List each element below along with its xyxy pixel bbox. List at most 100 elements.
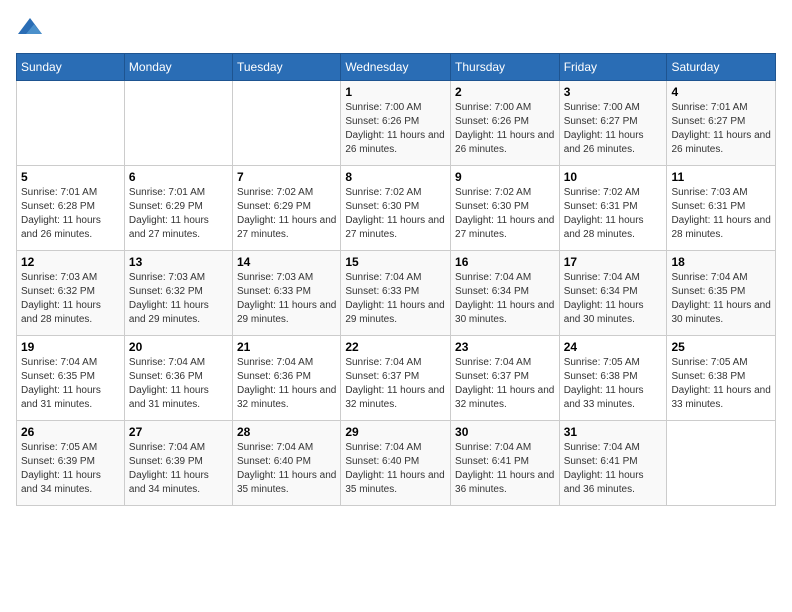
calendar-cell: 25 Sunrise: 7:05 AM Sunset: 6:38 PM Dayli… <box>667 336 776 421</box>
weekday-header: Wednesday <box>341 54 451 81</box>
calendar-cell: 15Sunrise: 7:04 AM Sunset: 6:33 PM Dayli… <box>341 251 451 336</box>
day-number: 24 <box>564 340 663 354</box>
calendar-table: SundayMondayTuesdayWednesdayThursdayFrid… <box>16 53 776 506</box>
day-info: Sunrise: 7:00 AM Sunset: 6:27 PM Dayligh… <box>564 101 663 157</box>
calendar-cell: 22 Sunrise: 7:04 AM Sunset: 6:37 PM Dayli… <box>341 336 451 421</box>
day-number: 14 <box>237 255 336 269</box>
weekday-header: Saturday <box>667 54 776 81</box>
day-info: Sunrise: 7:04 AM Sunset: 6:35 PM Dayligh… <box>671 271 771 327</box>
calendar-cell: 17Sunrise: 7:04 AM Sunset: 6:34 PM Dayli… <box>559 251 667 336</box>
day-number: 7 <box>237 170 336 184</box>
weekday-header: Tuesday <box>233 54 341 81</box>
day-number: 10 <box>564 170 663 184</box>
calendar-cell: 21 Sunrise: 7:04 AM Sunset: 6:36 PM Dayli… <box>233 336 341 421</box>
day-number: 6 <box>129 170 228 184</box>
day-number: 8 <box>345 170 446 184</box>
calendar-cell: 13 Sunrise: 7:03 AM Sunset: 6:32 PM Dayli… <box>124 251 232 336</box>
day-info: Sunrise: 7:00 AM Sunset: 6:26 PM Dayligh… <box>345 101 446 157</box>
day-info: Sunrise: 7:04 AM Sunset: 6:37 PM Dayligh… <box>345 356 446 412</box>
day-number: 17 <box>564 255 663 269</box>
day-number: 15 <box>345 255 446 269</box>
day-info: Sunrise: 7:04 AM Sunset: 6:36 PM Dayligh… <box>129 356 228 412</box>
calendar-cell: 30 Sunrise: 7:04 AM Sunset: 6:41 PM Dayli… <box>451 421 560 506</box>
day-number: 3 <box>564 85 663 99</box>
day-number: 18 <box>671 255 771 269</box>
calendar-cell: 12 Sunrise: 7:03 AM Sunset: 6:32 PM Dayli… <box>17 251 125 336</box>
day-info: Sunrise: 7:02 AM Sunset: 6:30 PM Dayligh… <box>455 186 555 242</box>
weekday-header-row: SundayMondayTuesdayWednesdayThursdayFrid… <box>17 54 776 81</box>
day-number: 21 <box>237 340 336 354</box>
calendar-cell: 6 Sunrise: 7:01 AM Sunset: 6:29 PM Daylig… <box>124 166 232 251</box>
calendar-cell <box>17 81 125 166</box>
weekday-header: Thursday <box>451 54 560 81</box>
calendar-cell: 9 Sunrise: 7:02 AM Sunset: 6:30 PM Daylig… <box>451 166 560 251</box>
calendar-week-row: 26 Sunrise: 7:05 AM Sunset: 6:39 PM Dayli… <box>17 421 776 506</box>
day-info: Sunrise: 7:04 AM Sunset: 6:40 PM Dayligh… <box>345 441 446 497</box>
calendar-week-row: 19 Sunrise: 7:04 AM Sunset: 6:35 PM Dayli… <box>17 336 776 421</box>
day-info: Sunrise: 7:02 AM Sunset: 6:31 PM Dayligh… <box>564 186 663 242</box>
day-number: 9 <box>455 170 555 184</box>
calendar-cell: 10 Sunrise: 7:02 AM Sunset: 6:31 PM Dayli… <box>559 166 667 251</box>
calendar-cell <box>667 421 776 506</box>
day-number: 25 <box>671 340 771 354</box>
day-number: 2 <box>455 85 555 99</box>
day-number: 19 <box>21 340 120 354</box>
calendar-cell: 18 Sunrise: 7:04 AM Sunset: 6:35 PM Dayli… <box>667 251 776 336</box>
day-number: 30 <box>455 425 555 439</box>
weekday-header: Sunday <box>17 54 125 81</box>
calendar-cell: 16 Sunrise: 7:04 AM Sunset: 6:34 PM Dayli… <box>451 251 560 336</box>
calendar-cell: 11Sunrise: 7:03 AM Sunset: 6:31 PM Dayli… <box>667 166 776 251</box>
calendar-cell: 20 Sunrise: 7:04 AM Sunset: 6:36 PM Dayli… <box>124 336 232 421</box>
day-number: 20 <box>129 340 228 354</box>
calendar-cell: 27Sunrise: 7:04 AM Sunset: 6:39 PM Dayli… <box>124 421 232 506</box>
day-info: Sunrise: 7:05 AM Sunset: 6:38 PM Dayligh… <box>564 356 663 412</box>
day-info: Sunrise: 7:04 AM Sunset: 6:41 PM Dayligh… <box>455 441 555 497</box>
day-number: 26 <box>21 425 120 439</box>
day-info: Sunrise: 7:03 AM Sunset: 6:32 PM Dayligh… <box>129 271 228 327</box>
day-number: 11 <box>671 170 771 184</box>
weekday-header: Monday <box>124 54 232 81</box>
day-number: 16 <box>455 255 555 269</box>
day-number: 4 <box>671 85 771 99</box>
day-info: Sunrise: 7:04 AM Sunset: 6:35 PM Dayligh… <box>21 356 120 412</box>
day-number: 13 <box>129 255 228 269</box>
calendar-cell: 26 Sunrise: 7:05 AM Sunset: 6:39 PM Dayli… <box>17 421 125 506</box>
calendar-week-row: 5 Sunrise: 7:01 AM Sunset: 6:28 PM Daylig… <box>17 166 776 251</box>
day-info: Sunrise: 7:04 AM Sunset: 6:40 PM Dayligh… <box>237 441 336 497</box>
calendar-week-row: 1Sunrise: 7:00 AM Sunset: 6:26 PM Daylig… <box>17 81 776 166</box>
calendar-cell: 31 Sunrise: 7:04 AM Sunset: 6:41 PM Dayli… <box>559 421 667 506</box>
day-info: Sunrise: 7:05 AM Sunset: 6:39 PM Dayligh… <box>21 441 120 497</box>
day-info: Sunrise: 7:04 AM Sunset: 6:41 PM Dayligh… <box>564 441 663 497</box>
day-number: 5 <box>21 170 120 184</box>
calendar-week-row: 12 Sunrise: 7:03 AM Sunset: 6:32 PM Dayli… <box>17 251 776 336</box>
logo-text <box>16 16 42 41</box>
logo <box>16 16 42 41</box>
calendar-cell: 8Sunrise: 7:02 AM Sunset: 6:30 PM Daylig… <box>341 166 451 251</box>
calendar-cell: 2Sunrise: 7:00 AM Sunset: 6:26 PM Daylig… <box>451 81 560 166</box>
day-info: Sunrise: 7:03 AM Sunset: 6:33 PM Dayligh… <box>237 271 336 327</box>
calendar-cell: 19 Sunrise: 7:04 AM Sunset: 6:35 PM Dayli… <box>17 336 125 421</box>
day-info: Sunrise: 7:03 AM Sunset: 6:32 PM Dayligh… <box>21 271 120 327</box>
day-info: Sunrise: 7:01 AM Sunset: 6:29 PM Dayligh… <box>129 186 228 242</box>
day-info: Sunrise: 7:05 AM Sunset: 6:38 PM Dayligh… <box>671 356 771 412</box>
day-number: 12 <box>21 255 120 269</box>
calendar-cell: 7Sunrise: 7:02 AM Sunset: 6:29 PM Daylig… <box>233 166 341 251</box>
calendar-cell: 3 Sunrise: 7:00 AM Sunset: 6:27 PM Daylig… <box>559 81 667 166</box>
day-number: 23 <box>455 340 555 354</box>
day-info: Sunrise: 7:01 AM Sunset: 6:27 PM Dayligh… <box>671 101 771 157</box>
day-number: 29 <box>345 425 446 439</box>
day-number: 28 <box>237 425 336 439</box>
calendar-cell: 5 Sunrise: 7:01 AM Sunset: 6:28 PM Daylig… <box>17 166 125 251</box>
calendar-cell: 1Sunrise: 7:00 AM Sunset: 6:26 PM Daylig… <box>341 81 451 166</box>
calendar-cell: 29 Sunrise: 7:04 AM Sunset: 6:40 PM Dayli… <box>341 421 451 506</box>
day-info: Sunrise: 7:04 AM Sunset: 6:37 PM Dayligh… <box>455 356 555 412</box>
day-number: 22 <box>345 340 446 354</box>
calendar-cell: 24 Sunrise: 7:05 AM Sunset: 6:38 PM Dayli… <box>559 336 667 421</box>
day-info: Sunrise: 7:04 AM Sunset: 6:34 PM Dayligh… <box>455 271 555 327</box>
calendar-cell: 4 Sunrise: 7:01 AM Sunset: 6:27 PM Daylig… <box>667 81 776 166</box>
day-info: Sunrise: 7:01 AM Sunset: 6:28 PM Dayligh… <box>21 186 120 242</box>
day-number: 31 <box>564 425 663 439</box>
day-info: Sunrise: 7:04 AM Sunset: 6:36 PM Dayligh… <box>237 356 336 412</box>
day-number: 27 <box>129 425 228 439</box>
logo-icon <box>18 16 42 36</box>
